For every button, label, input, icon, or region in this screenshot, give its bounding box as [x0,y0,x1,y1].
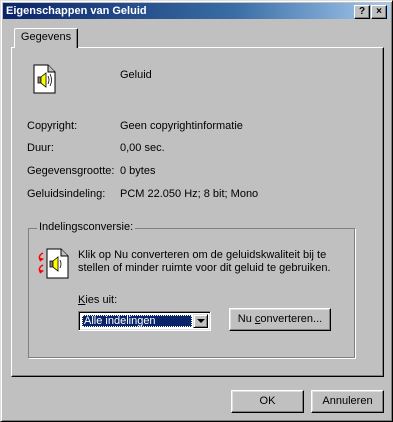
duration-label: Duur: [27,142,54,154]
dialog-window: Eigenschappen van Geluid ? × Gegevens Ge… [0,0,393,422]
group-title: Indelingsconversie: [37,221,136,233]
copyright-label: Copyright: [27,120,78,132]
file-name: Geluid [120,69,152,81]
choose-format-text: ies uit: [85,294,118,306]
sound-format-value: PCM 22.050 Hz; 8 bit; Mono [120,188,259,200]
choose-format-label: Kies uit: [78,294,117,306]
chevron-down-icon [197,319,205,323]
sound-file-icon [33,64,56,94]
tab-gegevens[interactable]: Gegevens [14,28,78,48]
conversion-description: Klik op Nu converteren om de geluidskwal… [78,249,331,274]
convert-now-pre: Nu [237,313,255,325]
help-button[interactable]: ? [354,5,370,19]
ok-label: OK [259,395,276,407]
copyright-value: Geen copyrightinformatie [120,120,243,132]
sound-convert-icon [38,248,69,279]
help-icon: ? [358,6,366,17]
close-button[interactable]: × [371,5,387,19]
convert-now-button[interactable]: Nu converteren... [229,308,331,331]
duration-value: 0,00 sec. [120,142,165,154]
format-select[interactable]: Alle indelingen [78,311,211,331]
format-select-value: Alle indelingen [82,315,192,327]
cancel-label: Annuleren [322,395,373,407]
sound-format-label: Geluidsindeling: [27,188,106,200]
convert-now-post: onverteren... [260,313,323,325]
tab-panel-gegevens: Geluid Copyright: Geen copyrightinformat… [11,47,384,377]
window-title: Eigenschappen van Geluid [6,5,147,17]
format-dropdown-button[interactable] [193,314,208,328]
close-icon: × [376,6,382,17]
ok-button[interactable]: OK [231,390,304,413]
tab-label: Gegevens [20,31,72,43]
data-size-label: Gegevensgrootte: [27,165,115,177]
format-conversion-group: Indelingsconversie: Klik op Nu converter… [28,221,355,358]
title-bar[interactable]: Eigenschappen van Geluid ? × [3,3,390,19]
data-size-value: 0 bytes [120,165,156,177]
cancel-button[interactable]: Annuleren [311,390,384,413]
